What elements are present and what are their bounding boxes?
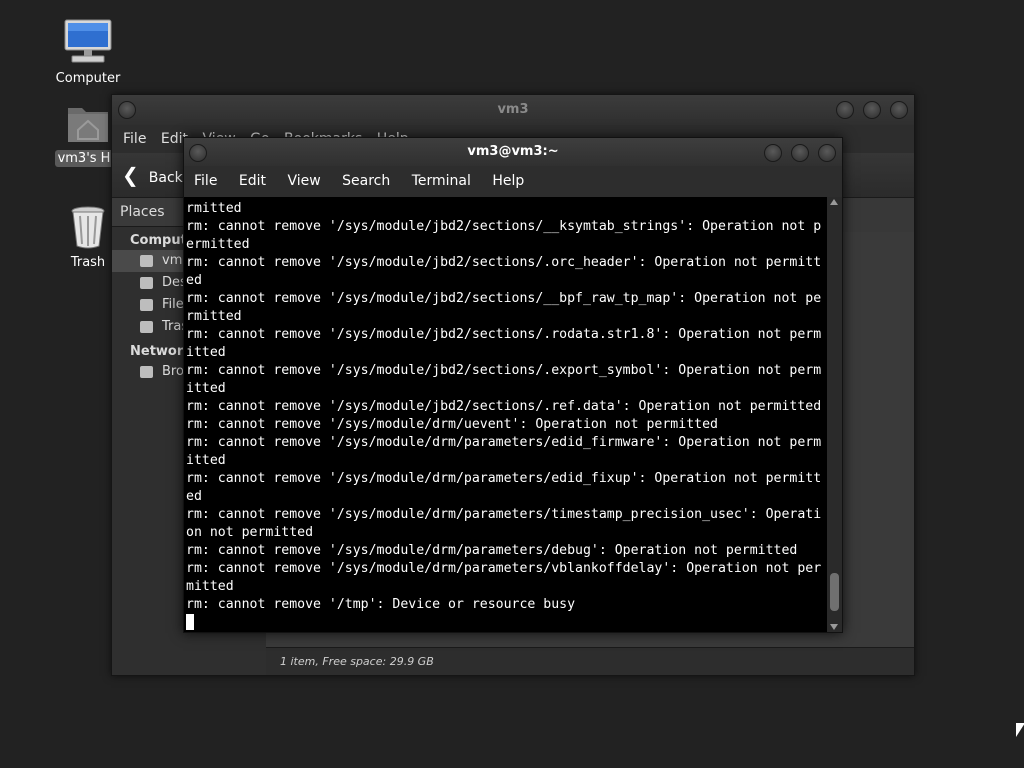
back-arrow-icon: ❮ [122, 163, 139, 187]
drive-icon [140, 299, 153, 311]
home-folder-icon [68, 108, 108, 142]
close-button[interactable] [890, 101, 908, 119]
status-bar: 1 item, Free space: 29.9 GB [266, 647, 914, 675]
terminal-output: rmitted rm: cannot remove '/sys/module/jb… [186, 200, 827, 632]
terminal-prompt-line [186, 614, 827, 632]
terminal-line: itted [186, 345, 226, 360]
terminal-line: itted [186, 381, 226, 396]
terminal-line: rm: cannot remove '/sys/module/jbd2/sect… [186, 219, 822, 234]
menu-terminal[interactable]: Terminal [412, 173, 471, 189]
minimize-button[interactable] [764, 144, 782, 162]
menu-edit[interactable]: Edit [239, 173, 266, 189]
terminal-line: rm: cannot remove '/sys/module/drm/param… [186, 471, 822, 486]
terminal-line: rm: cannot remove '/sys/module/drm/param… [186, 507, 822, 522]
desktop-icon-label: Computer [55, 71, 121, 86]
close-button[interactable] [818, 144, 836, 162]
terminal-line: rm: cannot remove '/sys/module/jbd2/sect… [186, 291, 822, 306]
menu-view[interactable]: View [287, 173, 320, 189]
desktop-icon-label: Trash [70, 255, 106, 270]
minimize-button[interactable] [836, 101, 854, 119]
terminal-line: rm: cannot remove '/tmp': Device or reso… [186, 597, 576, 612]
desktop-icon-computer[interactable]: Computer [52, 18, 124, 87]
terminal-window: vm3@vm3:~ File Edit View Search Terminal… [183, 137, 843, 633]
home-icon [140, 255, 153, 267]
terminal-line: on not permitted [186, 525, 314, 540]
computer-icon [64, 19, 112, 63]
terminal-line: itted [186, 453, 226, 468]
terminal-line: ed [186, 489, 202, 504]
window-menu-button[interactable] [189, 144, 207, 162]
scroll-down-arrow-icon[interactable] [830, 624, 838, 630]
terminal-line: rmitted [186, 309, 242, 324]
terminal-line: mitted [186, 579, 234, 594]
text-cursor [186, 614, 194, 630]
scroll-up-arrow-icon[interactable] [830, 199, 838, 205]
menu-search[interactable]: Search [342, 173, 390, 189]
title-bar[interactable]: vm3 [112, 95, 914, 125]
terminal-line: rm: cannot remove '/sys/module/jbd2/sect… [186, 255, 822, 270]
terminal-line: rmitted [186, 201, 242, 216]
terminal-line: ed [186, 273, 202, 288]
maximize-button[interactable] [791, 144, 809, 162]
scrollbar[interactable] [827, 197, 842, 632]
terminal-line: ermitted [186, 237, 250, 252]
terminal-screen[interactable]: rmitted rm: cannot remove '/sys/module/jb… [184, 197, 827, 632]
terminal-line: rm: cannot remove '/sys/module/jbd2/sect… [186, 363, 822, 378]
menu-bar: File Edit View Search Terminal Help [184, 166, 842, 196]
menu-help[interactable]: Help [492, 173, 524, 189]
network-icon [140, 366, 153, 378]
window-title: vm3 [497, 102, 529, 117]
menu-file[interactable]: File [123, 131, 146, 147]
terminal-line: rm: cannot remove '/sys/module/drm/param… [186, 435, 822, 450]
back-button[interactable]: ❮ Back [122, 161, 183, 192]
terminal-line: rm: cannot remove '/sys/module/drm/param… [186, 543, 798, 558]
window-title: vm3@vm3:~ [467, 144, 559, 159]
desktop-icon [140, 277, 153, 289]
terminal-line: rm: cannot remove '/sys/module/drm/ueven… [186, 417, 718, 432]
menu-file[interactable]: File [194, 173, 217, 189]
terminal-line: rm: cannot remove '/sys/module/jbd2/sect… [186, 327, 822, 342]
scrollbar-thumb[interactable] [830, 573, 839, 611]
terminal-line: rm: cannot remove '/sys/module/drm/param… [186, 561, 822, 576]
maximize-button[interactable] [863, 101, 881, 119]
trash-icon [71, 206, 105, 249]
title-bar[interactable]: vm3@vm3:~ [184, 138, 842, 166]
back-label: Back [148, 170, 183, 186]
terminal-line: rm: cannot remove '/sys/module/jbd2/sect… [186, 399, 822, 414]
mouse-pointer-icon [1016, 723, 1024, 737]
window-menu-button[interactable] [118, 101, 136, 119]
trash-icon [140, 321, 153, 333]
